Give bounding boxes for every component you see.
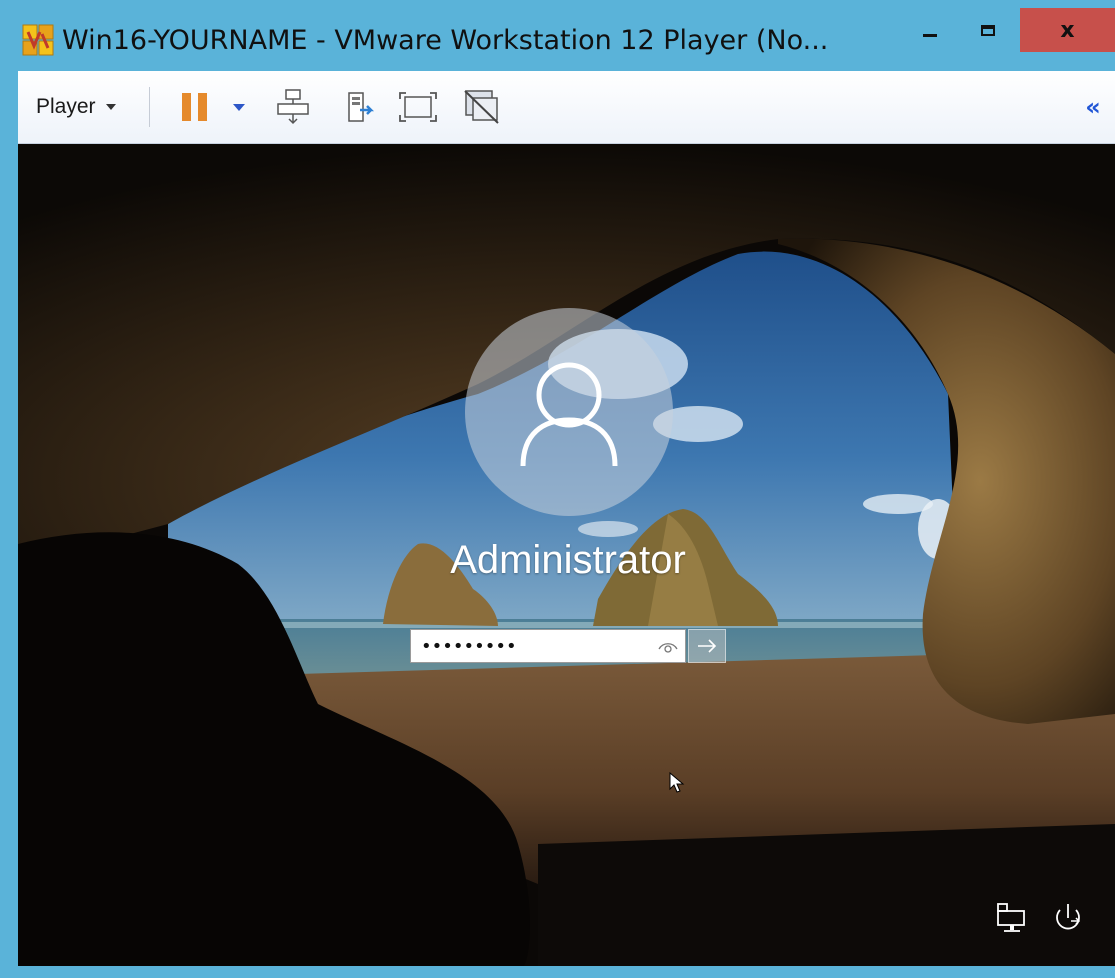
maximize-icon [981,24,995,36]
collapse-chevrons-icon: « [1085,93,1101,121]
minimize-button[interactable] [905,8,955,52]
window-bottom-border [0,966,1115,978]
password-value: ••••••••• [421,636,517,657]
maximize-button[interactable] [960,8,1016,52]
network-adapter-icon [277,89,309,125]
vm-display[interactable]: Administrator ••••••••• [18,144,1115,966]
fullscreen-icon [399,92,437,122]
power-icon[interactable] [1048,900,1088,936]
power-options-dropdown[interactable] [228,87,250,127]
vmware-player-window: Win16-YOURNAME - VMware Workstation 12 P… [0,0,1115,978]
arrow-right-icon [698,639,717,653]
title-bar[interactable]: Win16-YOURNAME - VMware Workstation 12 P… [0,0,1115,70]
removable-device-icon [348,92,375,122]
minimize-icon [923,33,937,37]
player-menu-label: Player [36,95,96,118]
dropdown-caret-icon [233,103,245,111]
network-adapter-button[interactable] [276,87,310,127]
pause-button[interactable] [178,87,212,127]
user-silhouette-icon [520,362,618,467]
removable-devices-button[interactable] [340,87,380,127]
toolbar-divider [149,87,150,127]
vmware-app-icon [22,24,54,56]
pause-icon [182,93,207,121]
chevron-down-icon [105,104,116,110]
unity-icon [464,90,499,124]
player-menu-button[interactable]: Player [36,93,116,121]
window-title: Win16-YOURNAME - VMware Workstation 12 P… [62,25,829,56]
toolbar: Player « [18,71,1115,144]
fullscreen-button[interactable] [396,87,440,127]
close-button[interactable]: x [1020,8,1115,52]
reveal-password-icon[interactable] [657,639,679,655]
close-icon: x [1060,17,1075,43]
collapse-toolbar-button[interactable]: « [1078,87,1108,127]
submit-button[interactable] [688,629,726,663]
password-field[interactable]: ••••••••• [410,629,686,663]
network-icon[interactable] [994,900,1034,936]
account-name: Administrator [450,538,686,582]
unity-button[interactable] [460,87,504,127]
mouse-pointer-icon [669,772,685,793]
user-avatar [465,308,673,516]
